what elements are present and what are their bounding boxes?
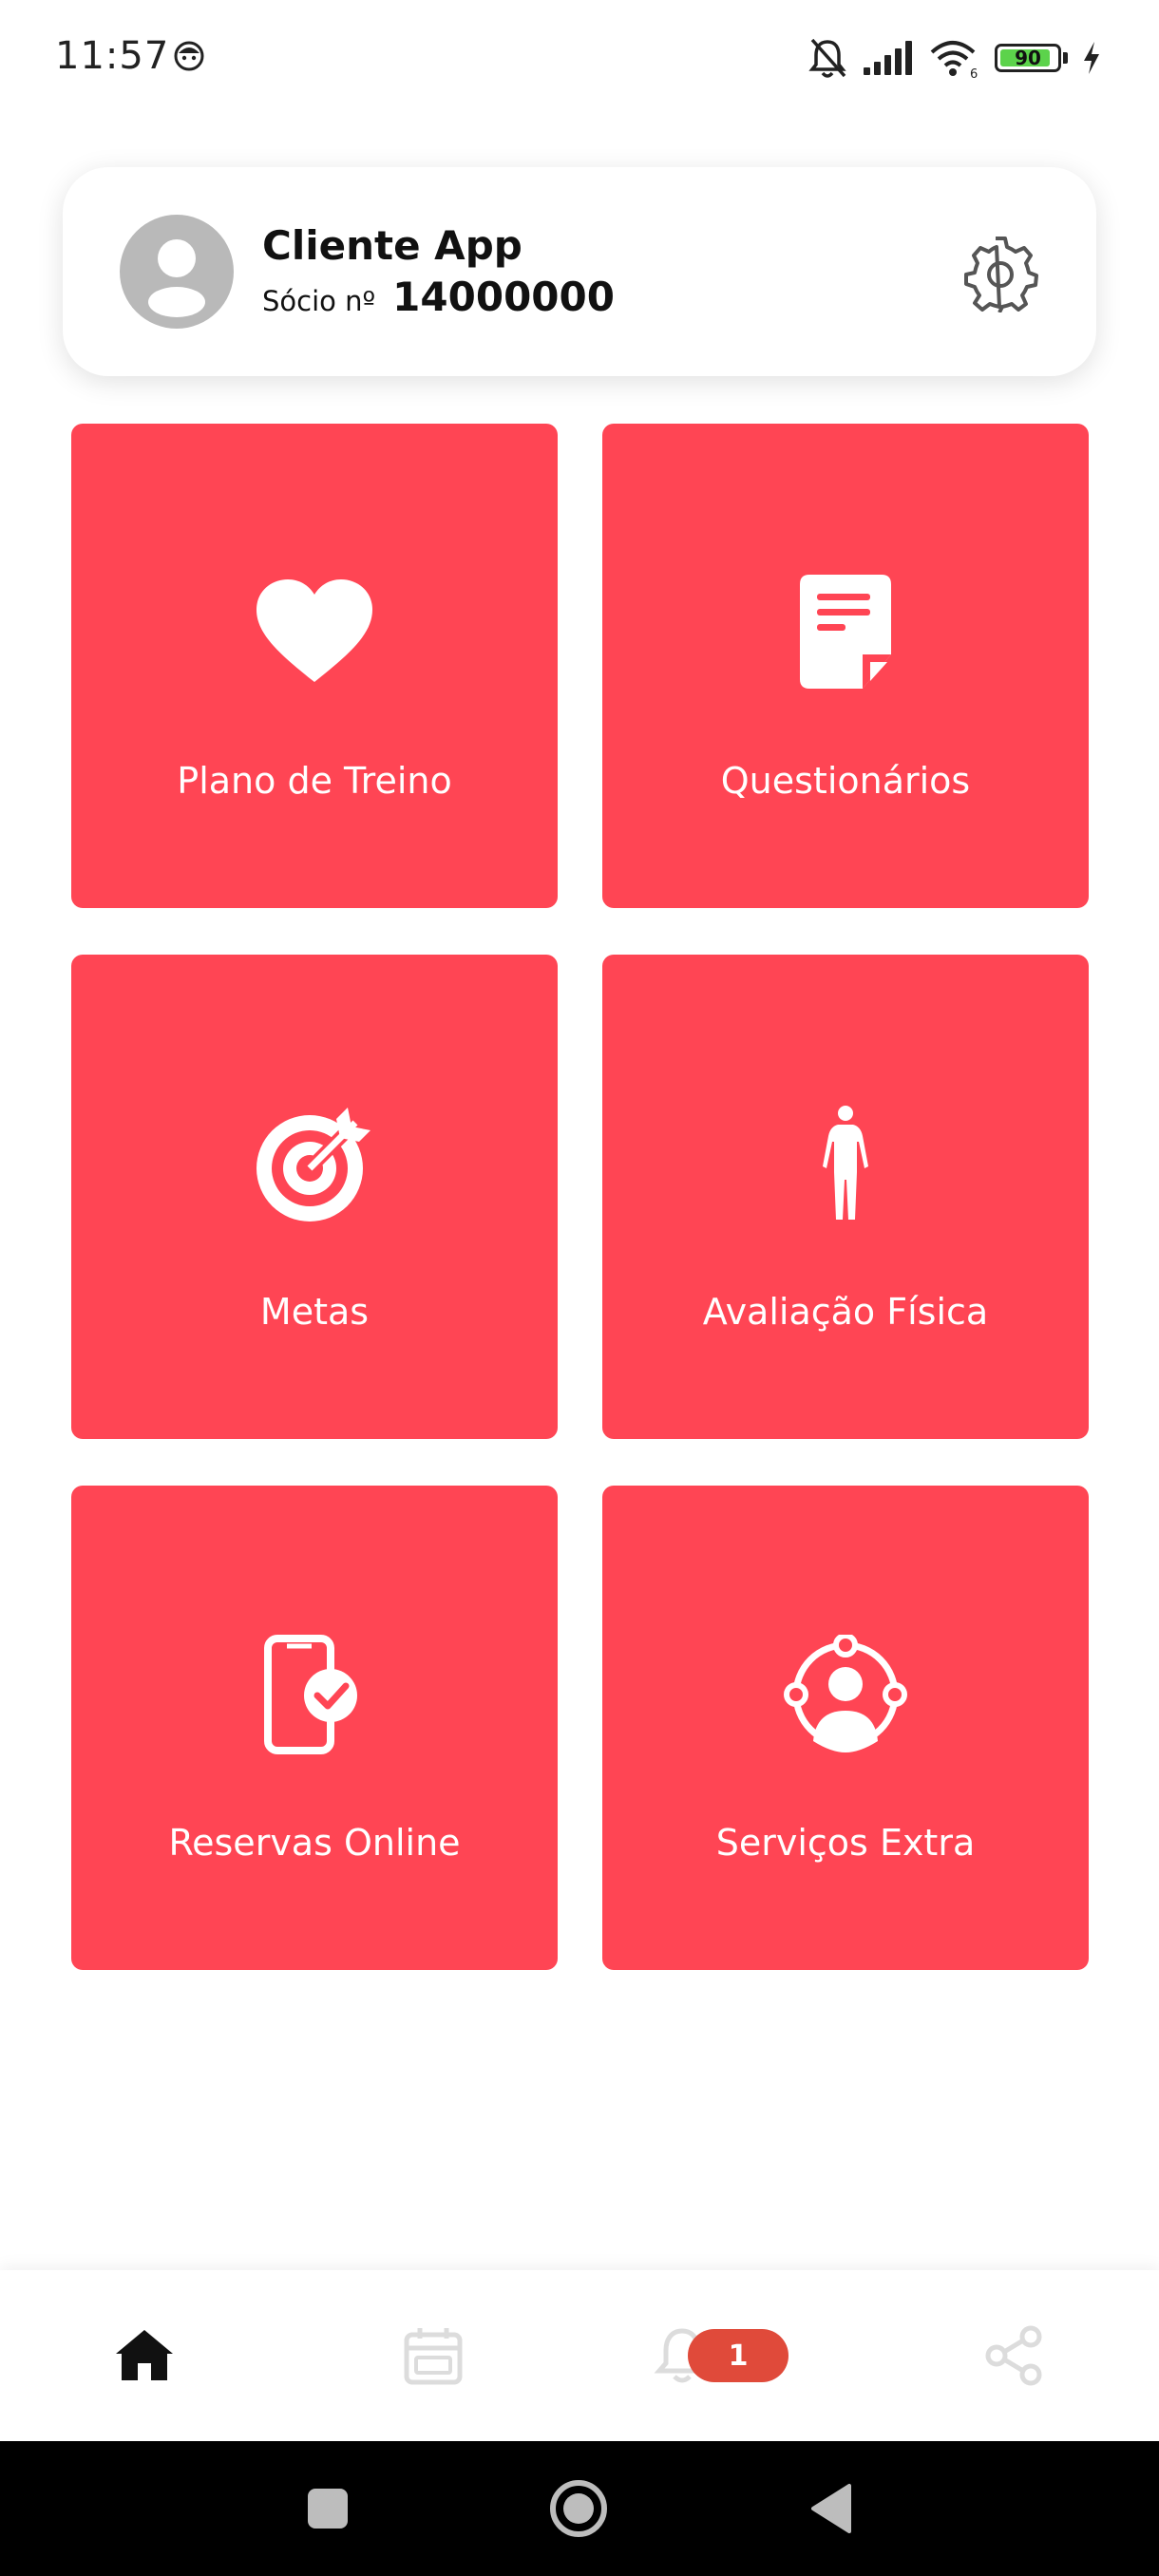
avatar-silhouette (148, 239, 205, 317)
gear-icon (964, 237, 1038, 313)
tile-reservas-online[interactable]: Reservas Online (71, 1486, 558, 1970)
tile-plano-de-treino[interactable]: Plano de Treino (71, 424, 558, 908)
avatar-icon[interactable] (120, 215, 234, 329)
status-icons: 6 90 (807, 34, 1102, 82)
tile-label: Metas (259, 1291, 370, 1333)
charging-icon (1084, 42, 1099, 74)
svg-text:6: 6 (970, 67, 978, 79)
heart-icon (248, 566, 381, 699)
battery-tip (1063, 52, 1068, 64)
tile-questionarios[interactable]: Questionários (602, 424, 1089, 908)
recents-button[interactable] (285, 2466, 370, 2551)
app-screen: 11:57 6 90 Cliente App Sócio nº 14000000… (0, 0, 1159, 2576)
member-label: Sócio nº (262, 285, 376, 317)
status-time: 11:57 (55, 34, 170, 78)
tile-servicos-extra[interactable]: Serviços Extra (602, 1486, 1089, 1970)
signal-icon (864, 41, 912, 75)
nav-home[interactable] (97, 2308, 192, 2403)
battery-level: 90 (1015, 47, 1041, 69)
settings-button[interactable] (958, 230, 1043, 315)
battery-icon: 90 (995, 44, 1061, 72)
tile-label: Serviços Extra (715, 1822, 976, 1864)
tile-avaliacao-fisica[interactable]: Avaliação Física (602, 955, 1089, 1439)
tile-label: Avaliação Física (702, 1291, 989, 1333)
member-row: Sócio nº 14000000 (262, 274, 615, 320)
tile-label: Plano de Treino (177, 760, 452, 802)
back-triangle-icon (811, 2484, 851, 2533)
member-number: 14000000 (392, 274, 615, 320)
tile-metas[interactable]: Metas (71, 955, 558, 1439)
bell-muted-icon (808, 38, 846, 78)
calendar-icon (404, 2328, 463, 2385)
circle-icon (550, 2480, 607, 2537)
notifications-badge[interactable]: 1 (688, 2329, 788, 2382)
phone-check-icon (248, 1628, 381, 1761)
home-system-button[interactable] (536, 2466, 621, 2551)
nav-calendar[interactable] (386, 2308, 481, 2403)
bottom-nav: 1 (0, 2270, 1159, 2441)
status-bar: 11:57 6 90 (0, 0, 1159, 114)
wifi-icon: 6 (930, 41, 978, 79)
square-icon (308, 2489, 348, 2529)
human-body-icon (779, 1097, 912, 1230)
home-icon (116, 2330, 173, 2380)
target-icon (248, 1097, 381, 1230)
profile-card: Cliente App Sócio nº 14000000 (63, 167, 1096, 376)
nav-share[interactable] (966, 2308, 1061, 2403)
share-icon (985, 2325, 1042, 2386)
user-name: Cliente App (262, 222, 522, 269)
tile-label: Reservas Online (168, 1822, 461, 1864)
face-icon (174, 41, 204, 71)
document-icon (779, 566, 912, 699)
back-button[interactable] (788, 2466, 874, 2551)
system-nav-bar (0, 2441, 1159, 2576)
tile-label: Questionários (720, 760, 971, 802)
user-network-icon (779, 1628, 912, 1761)
